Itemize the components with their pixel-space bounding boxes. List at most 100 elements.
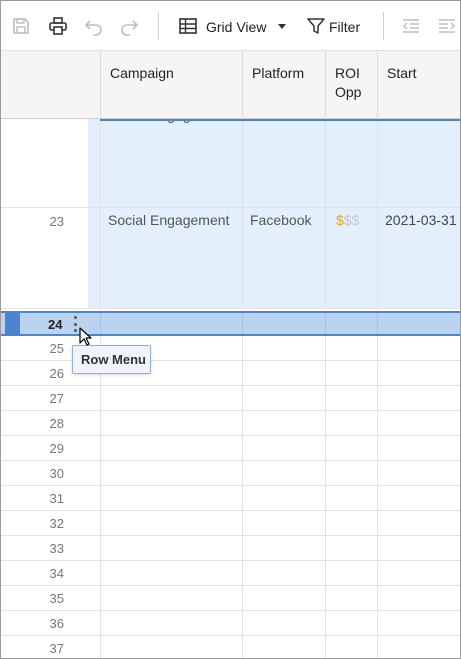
table-row[interactable]: 33 <box>1 536 460 561</box>
cell-roi[interactable] <box>325 313 377 334</box>
cell-roi[interactable] <box>325 511 377 535</box>
cell-start[interactable]: 2021-03-2 <box>377 119 460 207</box>
cell-start[interactable] <box>377 336 460 360</box>
cell-platform[interactable] <box>242 386 325 410</box>
cell-platform[interactable] <box>242 336 325 360</box>
cell-campaign[interactable] <box>100 536 242 560</box>
cell-campaign[interactable] <box>100 486 242 510</box>
column-header-platform[interactable]: Platform <box>242 51 325 119</box>
cell-start[interactable] <box>377 411 460 435</box>
cell-platform[interactable] <box>242 586 325 610</box>
table-row[interactable]: 32 <box>1 511 460 536</box>
cell-platform[interactable] <box>242 313 325 334</box>
table-row[interactable]: 26 <box>1 361 460 386</box>
table-row-selected[interactable]: 24 <box>1 311 460 336</box>
table-row[interactable]: 31 <box>1 486 460 511</box>
cell-start[interactable] <box>377 486 460 510</box>
table-row[interactable]: 34 <box>1 561 460 586</box>
cell-platform[interactable] <box>242 411 325 435</box>
cell-start[interactable] <box>377 586 460 610</box>
cell-start[interactable] <box>377 511 460 535</box>
cell-campaign[interactable]: Social Engagement <box>100 208 242 308</box>
cell-campaign[interactable]: Social Engagement <box>100 119 242 207</box>
table-row[interactable]: 25 <box>1 336 460 361</box>
row-menu-icon[interactable] <box>72 316 78 332</box>
cell-roi[interactable] <box>325 436 377 460</box>
cell-platform[interactable] <box>242 536 325 560</box>
row-number: 37 <box>49 641 64 656</box>
table-row[interactable]: 22 Social Engagement LinkedIn $$$ 2021-0… <box>1 119 460 208</box>
table-row[interactable]: 35 <box>1 586 460 611</box>
cell-roi[interactable] <box>325 411 377 435</box>
cell-roi[interactable] <box>325 561 377 585</box>
column-header-roi-opp[interactable]: ROI Opp <box>325 51 377 119</box>
cell-start[interactable] <box>377 461 460 485</box>
cell-platform[interactable] <box>242 436 325 460</box>
cell-campaign[interactable] <box>100 511 242 535</box>
cell-campaign[interactable] <box>100 313 242 334</box>
toolbar-divider <box>158 12 159 40</box>
table-row[interactable]: 36 <box>1 611 460 636</box>
cell-start[interactable]: 2021-03-31 <box>377 208 460 308</box>
dropdown-caret-icon[interactable] <box>272 15 292 37</box>
outdent-icon[interactable] <box>400 15 422 37</box>
redo-icon[interactable] <box>118 15 140 37</box>
cell-campaign[interactable] <box>100 386 242 410</box>
table-row[interactable]: 27 <box>1 386 460 411</box>
cell-platform[interactable] <box>242 461 325 485</box>
filter-icon[interactable] <box>305 15 327 37</box>
roi-rating-inactive: $$ <box>343 212 360 228</box>
save-icon[interactable] <box>10 15 32 37</box>
table-row[interactable]: 30 <box>1 461 460 486</box>
cell-platform[interactable]: Facebook <box>242 208 325 308</box>
table-row[interactable]: 28 <box>1 411 460 436</box>
app-window: Grid View Filter Campaign Platform ROI Op… <box>0 0 461 659</box>
cell-roi[interactable] <box>325 361 377 385</box>
cell-platform[interactable] <box>242 636 325 658</box>
print-icon[interactable] <box>47 15 69 37</box>
filter-label[interactable]: Filter <box>329 19 360 35</box>
cell-start[interactable] <box>377 313 460 334</box>
cell-start[interactable] <box>377 636 460 658</box>
cell-platform[interactable] <box>242 361 325 385</box>
cell-roi[interactable] <box>325 336 377 360</box>
cell-roi[interactable] <box>325 586 377 610</box>
grid-view-label[interactable]: Grid View <box>206 19 266 35</box>
cell-start[interactable] <box>377 386 460 410</box>
cell-start[interactable] <box>377 536 460 560</box>
indent-icon[interactable] <box>436 15 458 37</box>
table-row[interactable]: 23 Social Engagement Facebook $$$ 2021-0… <box>1 208 460 309</box>
cell-platform[interactable] <box>242 511 325 535</box>
cell-start[interactable] <box>377 361 460 385</box>
table-row[interactable]: 29 <box>1 436 460 461</box>
cell-campaign[interactable] <box>100 436 242 460</box>
cell-start[interactable] <box>377 561 460 585</box>
cell-roi[interactable] <box>325 536 377 560</box>
column-header-start[interactable]: Start <box>377 51 460 119</box>
cell-campaign[interactable] <box>100 411 242 435</box>
cell-platform[interactable] <box>242 486 325 510</box>
cell-platform[interactable] <box>242 611 325 635</box>
cell-roi[interactable] <box>325 636 377 658</box>
cell-campaign[interactable] <box>100 586 242 610</box>
cell-roi[interactable] <box>325 611 377 635</box>
cell-platform[interactable] <box>242 561 325 585</box>
toolbar: Grid View Filter <box>1 1 460 51</box>
column-header-campaign[interactable]: Campaign <box>100 51 242 119</box>
cell-campaign[interactable] <box>100 611 242 635</box>
undo-icon[interactable] <box>83 15 105 37</box>
table-row[interactable]: 37 <box>1 636 460 658</box>
cell-start[interactable] <box>377 436 460 460</box>
cell-platform[interactable]: LinkedIn <box>242 119 325 207</box>
cell-roi[interactable]: $$$ <box>325 208 377 308</box>
cell-campaign[interactable] <box>100 461 242 485</box>
cell-roi[interactable] <box>325 461 377 485</box>
cell-campaign[interactable] <box>100 636 242 658</box>
cell-start[interactable] <box>377 611 460 635</box>
cell-campaign[interactable] <box>100 561 242 585</box>
cell-roi[interactable] <box>325 486 377 510</box>
cell-roi[interactable] <box>325 386 377 410</box>
cell-roi[interactable]: $$$ <box>325 119 377 207</box>
grid-icon[interactable] <box>177 15 199 37</box>
row-number: 22 <box>1 119 88 207</box>
